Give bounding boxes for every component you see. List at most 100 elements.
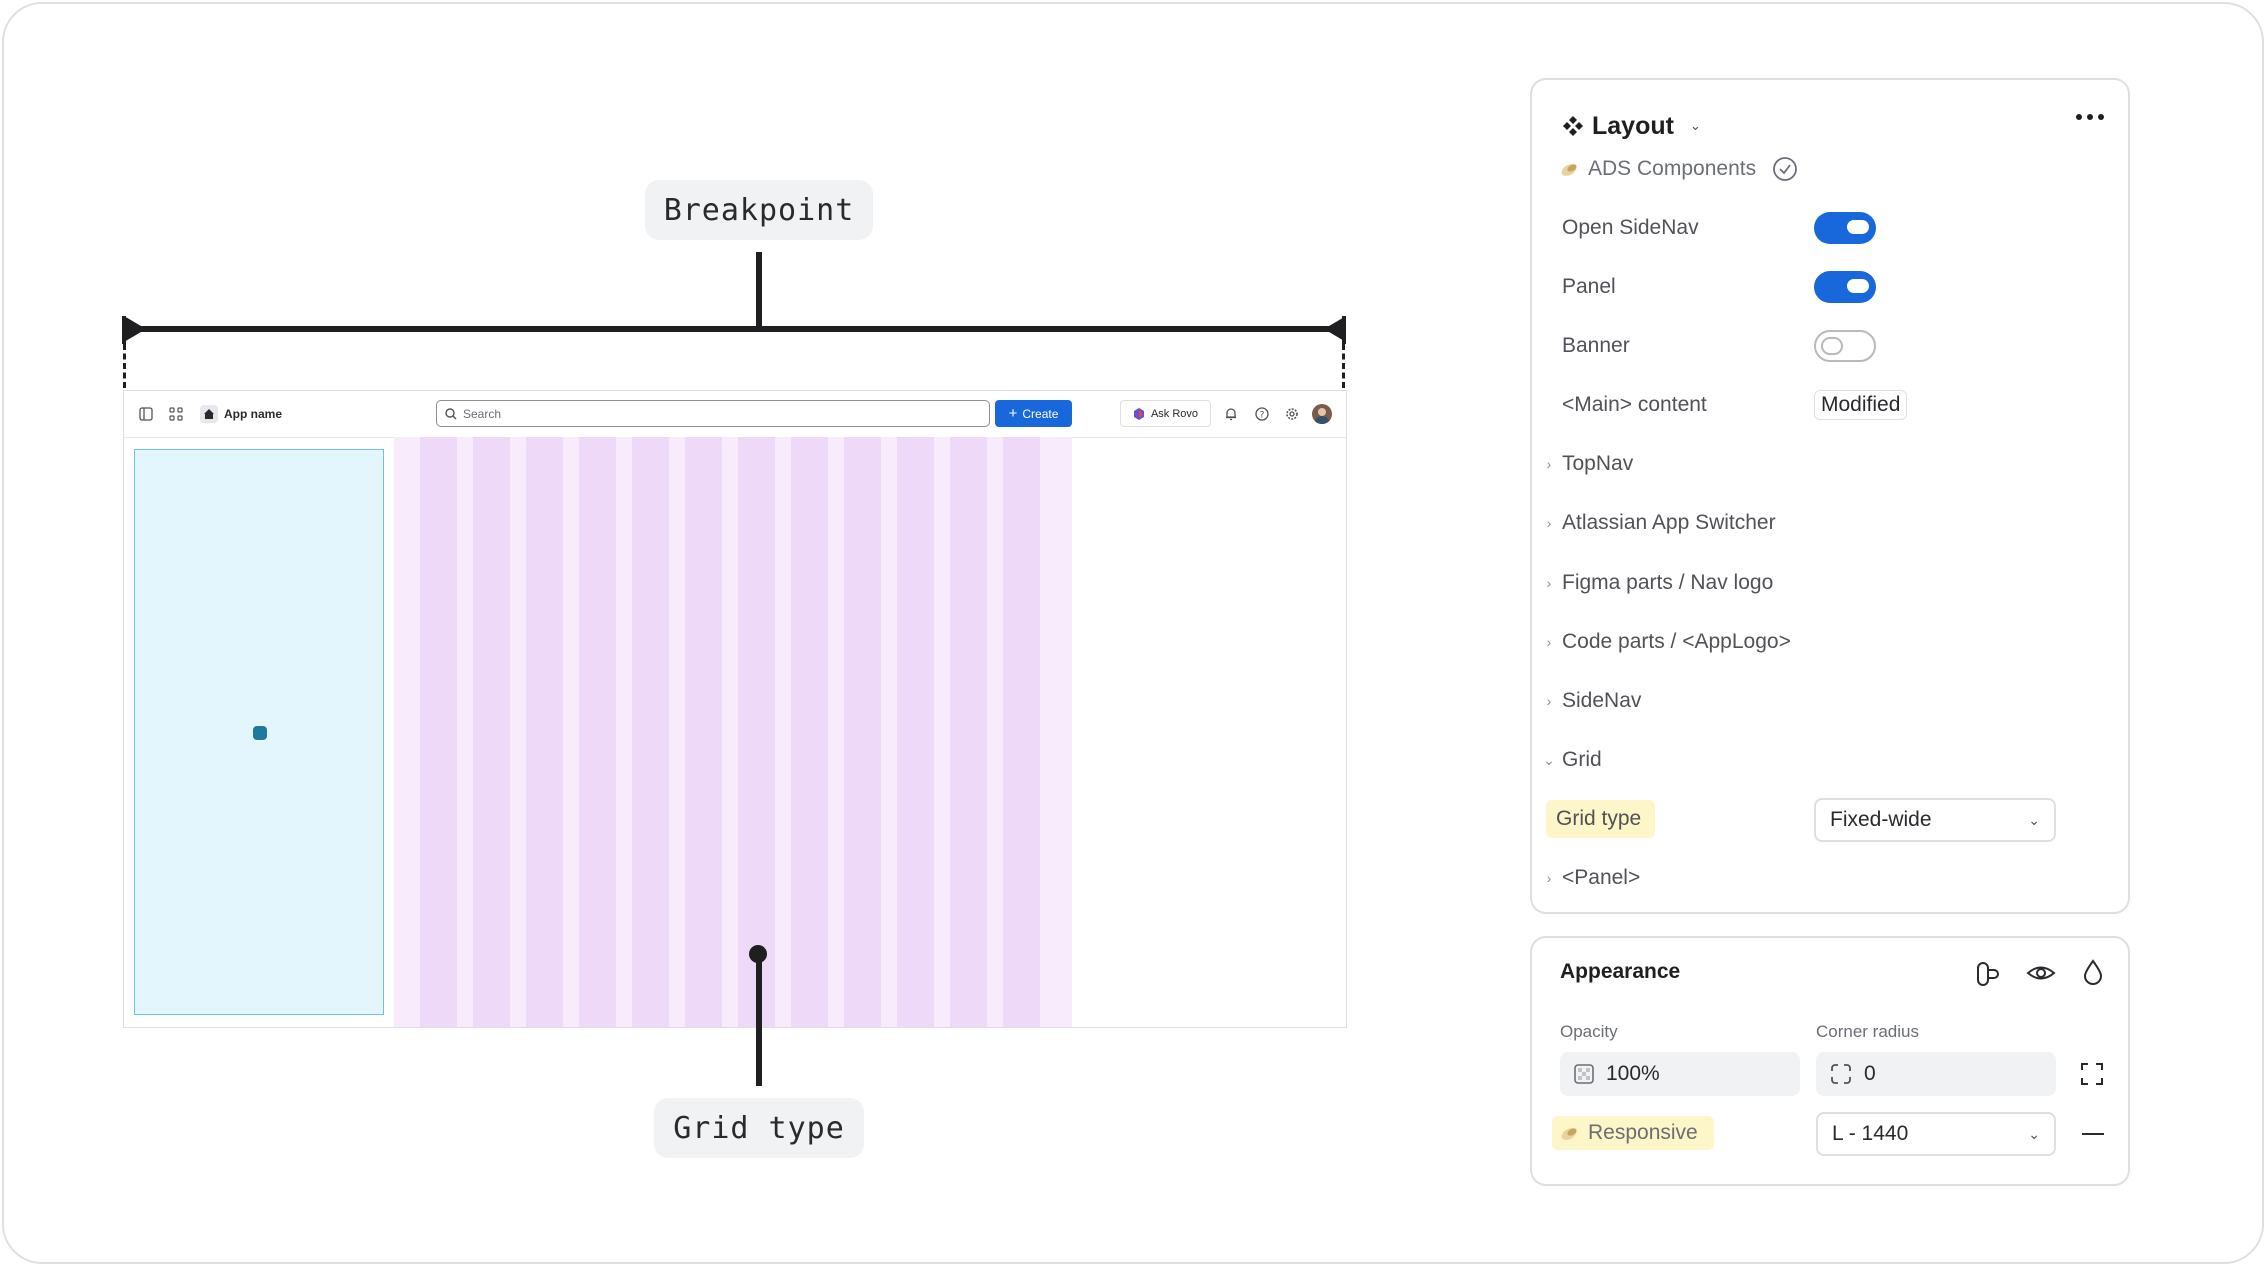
grid-column <box>738 437 775 1027</box>
grid-column <box>844 437 881 1027</box>
grid-column <box>897 437 934 1027</box>
home-icon <box>200 405 218 423</box>
chevron-down-icon: ⌄ <box>1543 751 1555 768</box>
grid-column <box>420 437 457 1027</box>
chevron-right-icon: › <box>1546 693 1552 709</box>
layer-topnav[interactable]: › TopNav <box>1532 449 2092 479</box>
chevron-down-icon: ⌄ <box>2028 1125 2040 1142</box>
help-icon[interactable]: ? <box>1254 406 1270 422</box>
property-panel: Panel <box>1562 275 1616 298</box>
sidebar-toggle-icon[interactable] <box>138 406 154 422</box>
appearance-title: Appearance <box>1560 960 1681 983</box>
app-logo[interactable]: App name <box>200 404 282 424</box>
grid-column <box>632 437 669 1027</box>
layer-sidenav[interactable]: › SideNav <box>1532 686 2092 716</box>
chevron-right-icon: › <box>1546 515 1552 531</box>
ruler-right-cap <box>1342 316 1346 344</box>
grid-column <box>473 437 510 1027</box>
breakpoint-connector <box>756 252 762 328</box>
remove-icon[interactable] <box>2082 1133 2104 1135</box>
open-sidenav-toggle[interactable] <box>1814 212 1876 244</box>
chevron-down-icon[interactable]: ⌄ <box>1690 118 1701 134</box>
chevron-down-icon: ⌄ <box>2028 811 2040 828</box>
corner-radius-icon <box>1831 1064 1851 1084</box>
grid-type-select[interactable]: Fixed-wide ⌄ <box>1814 798 2056 842</box>
grid-column <box>685 437 722 1027</box>
library-icon <box>1561 1128 1577 1140</box>
ruler-right-dash <box>1342 344 1345 388</box>
plus-icon: + <box>1008 405 1018 422</box>
corner-radius-label: Corner radius <box>1816 1022 1919 1041</box>
check-circle-icon <box>1773 157 1797 181</box>
variable-mode-icon[interactable] <box>1974 960 2002 988</box>
grid-type-connector <box>756 956 762 1086</box>
grid-type-annotation: Grid type <box>654 1098 864 1158</box>
grid-column <box>1003 437 1040 1027</box>
chevron-right-icon: › <box>1546 870 1552 886</box>
opacity-icon <box>1574 1064 1594 1084</box>
breakpoint-annotation: Breakpoint <box>645 180 873 240</box>
opacity-label: Opacity <box>1560 1022 1618 1041</box>
grid-area <box>394 437 1072 1027</box>
grid-type-label: Grid type <box>1546 800 1656 838</box>
grid-type-value: Fixed-wide <box>1830 808 1932 831</box>
chevron-right-icon: › <box>1546 634 1552 650</box>
fill-drop-icon[interactable] <box>2082 958 2104 986</box>
layer-panel[interactable]: › <Panel> <box>1532 863 2092 893</box>
layer-app-switcher[interactable]: › Atlassian App Switcher <box>1532 508 2092 538</box>
library-icon <box>1561 164 1577 176</box>
ask-rovo-button[interactable]: Ask Rovo <box>1120 400 1211 427</box>
grid-column <box>579 437 616 1027</box>
notifications-icon[interactable] <box>1223 406 1239 422</box>
breakpoint-ruler <box>140 326 1332 332</box>
ask-rovo-label: Ask Rovo <box>1150 407 1199 420</box>
sidenav-region <box>134 449 384 1015</box>
ruler-left-dash <box>123 344 126 388</box>
appearance-panel: Appearance Opacity Corner radius 100% 0 … <box>1530 936 2130 1186</box>
chevron-right-icon: › <box>1546 456 1552 472</box>
responsive-value: L - 1440 <box>1832 1122 1909 1145</box>
independent-corners-icon[interactable] <box>2080 1062 2104 1086</box>
app-switcher-icon[interactable] <box>168 406 184 422</box>
grid-column <box>791 437 828 1027</box>
layer-nav-logo[interactable]: › Figma parts / Nav logo <box>1532 568 2092 598</box>
svg-text:?: ? <box>1260 411 1265 421</box>
grid-column <box>950 437 987 1027</box>
layer-grid[interactable]: ⌄ Grid <box>1532 745 2092 775</box>
layout-panel: Layout ⌄ ADS Components Open SideNav Pan… <box>1530 78 2130 914</box>
opacity-input[interactable]: 100% <box>1560 1052 1800 1096</box>
component-instance-icon <box>253 726 267 740</box>
layer-app-logo[interactable]: › Code parts / <AppLogo> <box>1532 627 2092 657</box>
search-input[interactable]: Search <box>436 400 990 427</box>
search-placeholder: Search <box>463 406 502 421</box>
create-label: Create <box>1022 406 1059 421</box>
top-nav: App name Search + Create Ask Rovo ? <box>124 391 1346 438</box>
rovo-icon <box>1133 407 1144 420</box>
component-icon <box>1563 116 1583 136</box>
banner-toggle[interactable] <box>1814 330 1876 362</box>
settings-icon[interactable] <box>1284 406 1300 422</box>
app-preview: App name Search + Create Ask Rovo ? <box>123 390 1347 1028</box>
responsive-label: Responsive <box>1552 1116 1714 1150</box>
grid-column <box>526 437 563 1027</box>
more-options-icon[interactable] <box>2076 114 2104 120</box>
corner-radius-input[interactable]: 0 <box>1816 1052 2056 1096</box>
chevron-right-icon: › <box>1546 575 1552 591</box>
main-content-modified-chip[interactable]: Modified <box>1814 390 1908 420</box>
property-main-content: <Main> content <box>1562 393 1707 416</box>
create-button[interactable]: + Create <box>995 400 1072 427</box>
search-icon <box>445 407 457 419</box>
property-open-sidenav: Open SideNav <box>1562 216 1699 239</box>
panel-title[interactable]: Layout <box>1592 112 1674 141</box>
opacity-value: 100% <box>1606 1062 1660 1085</box>
panel-toggle[interactable] <box>1814 271 1876 303</box>
eye-icon[interactable] <box>2026 962 2056 984</box>
ruler-left-cap <box>122 316 126 344</box>
app-name: App name <box>224 407 283 421</box>
responsive-select[interactable]: L - 1440 ⌄ <box>1816 1112 2056 1156</box>
property-banner: Banner <box>1562 334 1630 357</box>
corner-radius-value: 0 <box>1864 1062 1876 1085</box>
library-row: ADS Components <box>1560 154 1798 184</box>
avatar[interactable] <box>1312 404 1332 424</box>
panel-header: Layout ⌄ <box>1562 108 1701 144</box>
